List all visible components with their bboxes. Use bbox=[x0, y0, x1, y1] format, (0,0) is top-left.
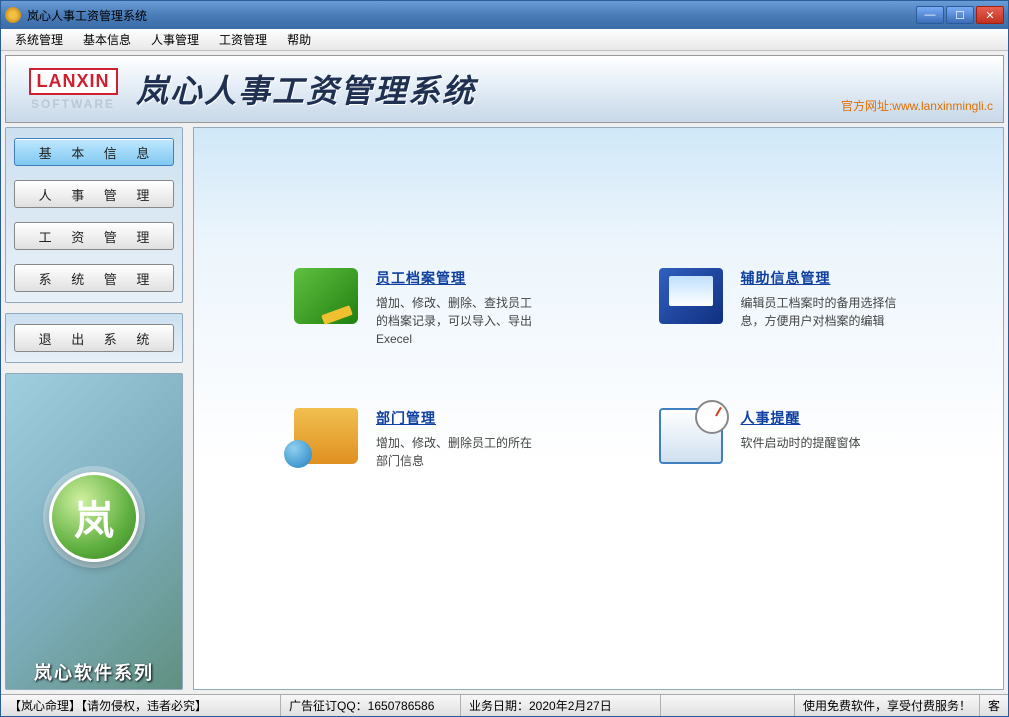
close-button[interactable]: ✕ bbox=[976, 6, 1004, 24]
window-title: 岚心人事工资管理系统 bbox=[27, 7, 916, 24]
nav-hr[interactable]: 人 事 管 理 bbox=[14, 180, 174, 208]
app-icon bbox=[5, 7, 21, 23]
nav-system[interactable]: 系 统 管 理 bbox=[14, 264, 174, 292]
feature-grid: 员工档案管理 增加、修改、删除、查找员工的档案记录，可以导入、导出Execel … bbox=[294, 268, 963, 470]
banner: LANXIN SOFTWARE 岚心人事工资管理系统 官方网址:www.lanx… bbox=[5, 55, 1004, 123]
sidebar: 基 本 信 息 人 事 管 理 工 资 管 理 系 统 管 理 退 出 系 统 … bbox=[5, 127, 183, 690]
link-url: www.lanxinmingli.c bbox=[892, 99, 993, 113]
feature-desc: 增加、修改、删除、查找员工的档案记录，可以导入、导出Execel bbox=[376, 294, 536, 348]
nav-basic-info[interactable]: 基 本 信 息 bbox=[14, 138, 174, 166]
titlebar: 岚心人事工资管理系统 — ☐ ✕ bbox=[1, 1, 1008, 29]
statusbar: 【岚心命理】【请勿侵权，违者必究】 广告征订QQ：1650786586 业务日期… bbox=[1, 694, 1008, 716]
feature-title: 人事提醒 bbox=[741, 408, 861, 428]
menubar: 系统管理 基本信息 人事管理 工资管理 帮助 bbox=[1, 29, 1008, 51]
feature-hr-reminder[interactable]: 人事提醒 软件启动时的提醒窗体 bbox=[659, 408, 964, 470]
feature-aux-info[interactable]: 辅助信息管理 编辑员工档案时的备用选择信息，方便用户对档案的编辑 bbox=[659, 268, 964, 348]
archive-icon bbox=[294, 268, 358, 324]
menu-salary[interactable]: 工资管理 bbox=[209, 29, 277, 50]
monitor-icon bbox=[659, 268, 723, 324]
nav-panel: 基 本 信 息 人 事 管 理 工 资 管 理 系 统 管 理 bbox=[5, 127, 183, 303]
exit-button[interactable]: 退 出 系 统 bbox=[14, 324, 174, 352]
brand-orb-icon: 岚 bbox=[49, 472, 139, 562]
link-label: 官方网址: bbox=[841, 99, 892, 113]
status-date: 业务日期：2020年2月27日 bbox=[461, 695, 661, 716]
minimize-button[interactable]: — bbox=[916, 6, 944, 24]
banner-title: 岚心人事工资管理系统 bbox=[136, 66, 476, 112]
status-slogan: 使用免费软件，享受付费服务！ bbox=[795, 695, 980, 716]
feature-title: 员工档案管理 bbox=[376, 268, 536, 288]
feature-desc: 编辑员工档案时的备用选择信息，方便用户对档案的编辑 bbox=[741, 294, 901, 330]
feature-desc: 增加、修改、删除员工的所在部门信息 bbox=[376, 434, 536, 470]
status-tail: 客 bbox=[980, 695, 1008, 716]
feature-employee-archive[interactable]: 员工档案管理 增加、修改、删除、查找员工的档案记录，可以导入、导出Execel bbox=[294, 268, 599, 348]
status-copyright: 【岚心命理】【请勿侵权，违者必究】 bbox=[1, 695, 281, 716]
app-window: 岚心人事工资管理系统 — ☐ ✕ 系统管理 基本信息 人事管理 工资管理 帮助 … bbox=[0, 0, 1009, 717]
official-link[interactable]: 官方网址:www.lanxinmingli.c bbox=[841, 97, 993, 114]
brand-footer-text: 岚心软件系列 bbox=[6, 659, 182, 685]
status-ad: 广告征订QQ：1650786586 bbox=[281, 695, 461, 716]
logo-subtext: SOFTWARE bbox=[31, 97, 115, 111]
menu-basic-info[interactable]: 基本信息 bbox=[73, 29, 141, 50]
menu-help[interactable]: 帮助 bbox=[277, 29, 321, 50]
feature-department[interactable]: 部门管理 增加、修改、删除员工的所在部门信息 bbox=[294, 408, 599, 470]
status-spacer bbox=[661, 695, 795, 716]
logo: LANXIN SOFTWARE bbox=[18, 68, 128, 111]
exit-panel: 退 出 系 统 bbox=[5, 313, 183, 363]
folder-icon bbox=[294, 408, 358, 464]
feature-desc: 软件启动时的提醒窗体 bbox=[741, 434, 861, 452]
nav-salary[interactable]: 工 资 管 理 bbox=[14, 222, 174, 250]
client-area: LANXIN SOFTWARE 岚心人事工资管理系统 官方网址:www.lanx… bbox=[1, 51, 1008, 694]
main-area: 基 本 信 息 人 事 管 理 工 资 管 理 系 统 管 理 退 出 系 统 … bbox=[5, 127, 1004, 690]
feature-title: 辅助信息管理 bbox=[741, 268, 901, 288]
calendar-icon bbox=[659, 408, 723, 464]
menu-hr[interactable]: 人事管理 bbox=[141, 29, 209, 50]
menu-system[interactable]: 系统管理 bbox=[5, 29, 73, 50]
logo-text: LANXIN bbox=[29, 68, 118, 95]
feature-title: 部门管理 bbox=[376, 408, 536, 428]
window-controls: — ☐ ✕ bbox=[916, 6, 1004, 24]
brand-panel: 岚 岚心软件系列 bbox=[5, 373, 183, 690]
content-panel: 员工档案管理 增加、修改、删除、查找员工的档案记录，可以导入、导出Execel … bbox=[193, 127, 1004, 690]
maximize-button[interactable]: ☐ bbox=[946, 6, 974, 24]
